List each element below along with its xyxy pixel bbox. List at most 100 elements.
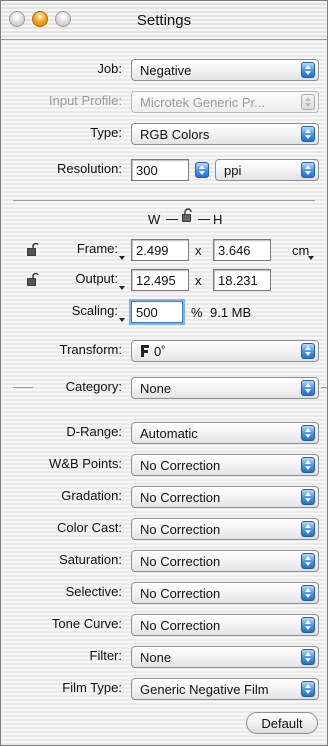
frame-width-field[interactable]: 2.499 — [131, 239, 189, 261]
input-profile-label: Input Profile: — [49, 93, 122, 108]
film-type-row: Film Type: Generic Negative Film — [1, 676, 327, 702]
type-popup[interactable]: RGB Colors — [131, 123, 319, 145]
film-type-popup[interactable]: Generic Negative Film — [131, 678, 319, 700]
job-label: Job: — [97, 61, 122, 76]
film-type-value: Generic Negative Film — [140, 682, 269, 697]
output-times-label: x — [195, 273, 202, 288]
popup-arrows-icon — [301, 62, 315, 78]
separator — [13, 200, 315, 201]
input-profile-popup[interactable]: Microtek Generic Pr... — [131, 91, 319, 113]
selective-value: No Correction — [140, 586, 221, 601]
gradation-value: No Correction — [140, 490, 221, 505]
transform-popup[interactable]: 0˚ — [131, 340, 319, 362]
input-profile-row: Input Profile: Microtek Generic Pr... — [1, 89, 327, 115]
selective-label: Selective: — [65, 584, 122, 599]
saturation-value: No Correction — [140, 554, 221, 569]
wb-points-value: No Correction — [140, 458, 221, 473]
drange-row: D-Range: Automatic — [1, 420, 327, 446]
tone-curve-value: No Correction — [140, 618, 221, 633]
type-row: Type: RGB Colors — [1, 121, 327, 147]
frame-lock-icon[interactable] — [27, 242, 39, 256]
dash-left — [166, 219, 178, 220]
popup-arrows-icon — [301, 457, 315, 473]
transform-label: Transform: — [59, 342, 122, 357]
popup-arrows-icon — [301, 681, 315, 697]
popup-arrows-icon — [301, 489, 315, 505]
popup-arrows-icon — [301, 94, 315, 110]
unit-menu-arrow-icon[interactable] — [308, 256, 314, 260]
popup-arrows-icon — [301, 162, 315, 178]
drange-popup[interactable]: Automatic — [131, 422, 319, 444]
title-bar: Settings — [1, 1, 327, 40]
saturation-popup[interactable]: No Correction — [131, 550, 319, 572]
resolution-stepper[interactable] — [195, 162, 209, 178]
frame-unit-label[interactable]: cm — [292, 243, 309, 258]
film-type-label: Film Type: — [62, 680, 122, 695]
filter-row: Filter: None — [1, 644, 327, 670]
popup-arrows-icon — [301, 343, 315, 359]
scaling-menu-arrow-icon[interactable] — [119, 318, 125, 322]
output-row: Output: 12.495 x 18.231 — [1, 267, 327, 293]
frame-menu-arrow-icon[interactable] — [119, 256, 125, 260]
wb-points-popup[interactable]: No Correction — [131, 454, 319, 476]
frame-label: Frame: — [76, 241, 118, 256]
color-cast-popup[interactable]: No Correction — [131, 518, 319, 540]
resolution-unit-popup[interactable]: ppi — [215, 159, 319, 181]
output-label: Output: — [75, 271, 118, 286]
popup-arrows-icon — [301, 380, 315, 396]
transform-value: 0˚ — [154, 344, 166, 359]
type-value: RGB Colors — [140, 127, 210, 142]
scaling-percent-label: % — [191, 305, 203, 320]
popup-arrows-icon — [301, 649, 315, 665]
frame-times-label: x — [195, 243, 202, 258]
scaling-size-label: 9.1 MB — [210, 305, 252, 320]
popup-arrows-icon — [301, 585, 315, 601]
popup-arrows-icon — [301, 553, 315, 569]
category-value: None — [140, 381, 172, 396]
type-label: Type: — [90, 125, 122, 140]
saturation-row: Saturation: No Correction — [1, 548, 327, 574]
output-height-field[interactable]: 18.231 — [213, 269, 271, 291]
drange-label: D-Range: — [66, 424, 122, 439]
job-popup[interactable]: Negative — [131, 59, 319, 81]
settings-window: Settings Job: Negative Input Profile: Mi… — [0, 0, 328, 746]
frame-height-field[interactable]: 3.646 — [213, 239, 271, 261]
gradation-row: Gradation: No Correction — [1, 484, 327, 510]
dash-right — [198, 219, 210, 220]
job-value: Negative — [140, 63, 192, 78]
height-header: H — [213, 212, 223, 227]
width-header: W — [148, 212, 161, 227]
scaling-field[interactable]: 500 — [131, 301, 183, 323]
frame-row: Frame: 2.499 x 3.646 cm — [1, 237, 327, 263]
resolution-field[interactable]: 300 — [131, 159, 189, 181]
popup-arrows-icon — [301, 521, 315, 537]
popup-arrows-icon — [301, 425, 315, 441]
output-width-field[interactable]: 12.495 — [131, 269, 189, 291]
default-button[interactable]: Default — [246, 712, 318, 734]
scaling-label: Scaling: — [71, 303, 118, 318]
gradation-popup[interactable]: No Correction — [131, 486, 319, 508]
output-menu-arrow-icon[interactable] — [119, 286, 125, 290]
filter-popup[interactable]: None — [131, 646, 319, 668]
resolution-row: Resolution: 300 ppi — [1, 157, 327, 183]
category-popup[interactable]: None — [131, 377, 319, 399]
resolution-label: Resolution: — [56, 161, 122, 176]
popup-arrows-icon — [301, 126, 315, 142]
color-cast-value: No Correction — [140, 522, 221, 537]
aspect-lock-icon[interactable] — [182, 208, 194, 222]
tone-curve-label: Tone Curve: — [51, 616, 122, 631]
orientation-f-icon — [141, 345, 149, 357]
scaling-row: Scaling: 500 % 9.1 MB — [1, 299, 327, 325]
input-profile-value: Microtek Generic Pr... — [140, 95, 265, 110]
wb-points-label: W&B Points: — [49, 456, 122, 471]
tone-curve-popup[interactable]: No Correction — [131, 614, 319, 636]
category-label: Category: — [65, 379, 122, 394]
output-lock-icon[interactable] — [27, 272, 39, 286]
tone-curve-row: Tone Curve: No Correction — [1, 612, 327, 638]
category-row: Category: None — [1, 375, 327, 401]
popup-arrows-icon — [301, 617, 315, 633]
wb-points-row: W&B Points: No Correction — [1, 452, 327, 478]
selective-popup[interactable]: No Correction — [131, 582, 319, 604]
color-cast-row: Color Cast: No Correction — [1, 516, 327, 542]
drange-value: Automatic — [140, 426, 198, 441]
